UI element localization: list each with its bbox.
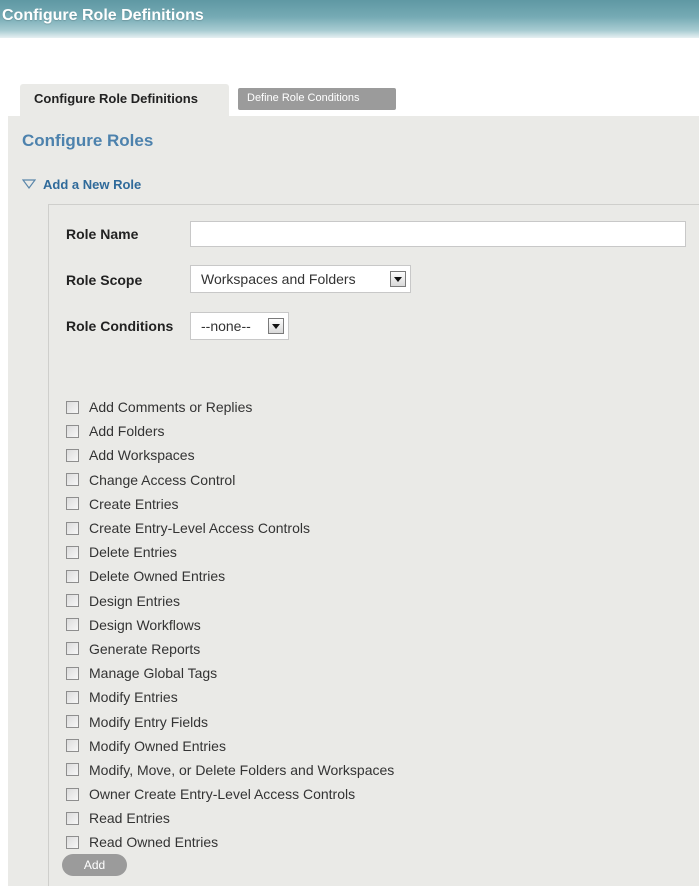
permission-label: Add Folders xyxy=(89,423,165,440)
chevron-down-icon xyxy=(268,318,284,334)
permission-label: Generate Reports xyxy=(89,640,201,657)
permission-checkbox[interactable] xyxy=(66,739,79,753)
permission-checkbox[interactable] xyxy=(66,400,79,414)
list-item: Modify Entry Fields xyxy=(66,709,394,733)
list-item: Delete Owned Entries xyxy=(66,564,394,588)
permission-checkbox[interactable] xyxy=(66,811,79,825)
role-conditions-label: Role Conditions xyxy=(66,318,174,334)
list-item: Read Entries xyxy=(66,806,394,830)
tab-define-role-conditions[interactable]: Define Role Conditions xyxy=(238,88,396,110)
permission-label: Add Workspaces xyxy=(89,447,195,464)
list-item: Read Owned Entries xyxy=(66,830,394,854)
permission-checkbox[interactable] xyxy=(66,448,79,462)
permission-label: Delete Entries xyxy=(89,544,177,561)
tab-label: Configure Role Definitions xyxy=(34,91,198,106)
permission-label: Read Entries xyxy=(89,810,170,827)
permission-checkbox[interactable] xyxy=(66,618,79,632)
title-bar: Configure Role Definitions xyxy=(0,0,699,38)
permission-label: Change Access Control xyxy=(89,471,236,488)
permission-label: Manage Global Tags xyxy=(89,665,218,682)
permission-list: Add Comments or Replies Add Folders Add … xyxy=(66,395,394,855)
chevron-down-icon xyxy=(390,271,406,287)
permission-checkbox[interactable] xyxy=(66,497,79,511)
list-item: Delete Entries xyxy=(66,540,394,564)
permission-checkbox[interactable] xyxy=(66,424,79,438)
permission-label: Create Entries xyxy=(89,495,179,512)
tab-configure-role-definitions[interactable]: Configure Role Definitions xyxy=(20,84,229,116)
permission-checkbox[interactable] xyxy=(66,545,79,559)
permission-checkbox[interactable] xyxy=(66,835,79,849)
toggle-label: Add a New Role xyxy=(43,176,142,192)
list-item: Generate Reports xyxy=(66,637,394,661)
permission-label: Delete Owned Entries xyxy=(89,568,226,585)
permission-label: Design Workflows xyxy=(89,616,201,633)
page-title: Configure Roles xyxy=(22,131,154,150)
list-item: Manage Global Tags xyxy=(66,661,394,685)
permission-checkbox[interactable] xyxy=(66,521,79,535)
role-conditions-value: --none-- xyxy=(201,318,251,334)
permission-label: Design Entries xyxy=(89,592,181,609)
permission-checkbox[interactable] xyxy=(66,787,79,801)
role-scope-value: Workspaces and Folders xyxy=(201,271,356,287)
role-scope-label: Role Scope xyxy=(66,272,143,288)
permission-label: Modify Owned Entries xyxy=(89,737,226,754)
list-item: Add Workspaces xyxy=(66,443,394,467)
permission-label: Modify Entries xyxy=(89,689,178,706)
permission-checkbox[interactable] xyxy=(66,763,79,777)
permission-checkbox[interactable] xyxy=(66,715,79,729)
role-name-label: Role Name xyxy=(66,226,139,242)
list-item: Modify, Move, or Delete Folders and Work… xyxy=(66,758,394,782)
permission-label: Read Owned Entries xyxy=(89,834,219,851)
permission-checkbox[interactable] xyxy=(66,666,79,680)
list-item: Create Entry-Level Access Controls xyxy=(66,516,394,540)
permission-checkbox[interactable] xyxy=(66,642,79,656)
window-title: Configure Role Definitions xyxy=(2,7,204,24)
list-item: Create Entries xyxy=(66,492,394,516)
triangle-down-icon xyxy=(22,179,36,189)
list-item: Owner Create Entry-Level Access Controls xyxy=(66,782,394,806)
permission-label: Modify Entry Fields xyxy=(89,713,209,730)
role-scope-select[interactable]: Workspaces and Folders xyxy=(190,265,411,293)
role-conditions-select[interactable]: --none-- xyxy=(190,312,289,340)
permission-checkbox[interactable] xyxy=(66,569,79,583)
add-button[interactable]: Add xyxy=(62,854,127,876)
permission-label: Modify, Move, or Delete Folders and Work… xyxy=(89,761,395,778)
role-name-input[interactable] xyxy=(190,221,686,247)
permission-checkbox[interactable] xyxy=(66,690,79,704)
list-item: Add Folders xyxy=(66,419,394,443)
list-item: Add Comments or Replies xyxy=(66,395,394,419)
permission-checkbox[interactable] xyxy=(66,594,79,608)
add-new-role-toggle[interactable]: Add a New Role xyxy=(22,175,141,193)
list-item: Modify Entries xyxy=(66,685,394,709)
tab-label: Define Role Conditions xyxy=(247,92,360,104)
list-item: Modify Owned Entries xyxy=(66,734,394,758)
permission-label: Create Entry-Level Access Controls xyxy=(89,520,310,537)
list-item: Change Access Control xyxy=(66,468,394,492)
permission-label: Add Comments or Replies xyxy=(89,399,253,416)
permission-label: Owner Create Entry-Level Access Controls xyxy=(89,786,356,803)
list-item: Design Workflows xyxy=(66,613,394,637)
list-item: Design Entries xyxy=(66,589,394,613)
permission-checkbox[interactable] xyxy=(66,473,79,487)
